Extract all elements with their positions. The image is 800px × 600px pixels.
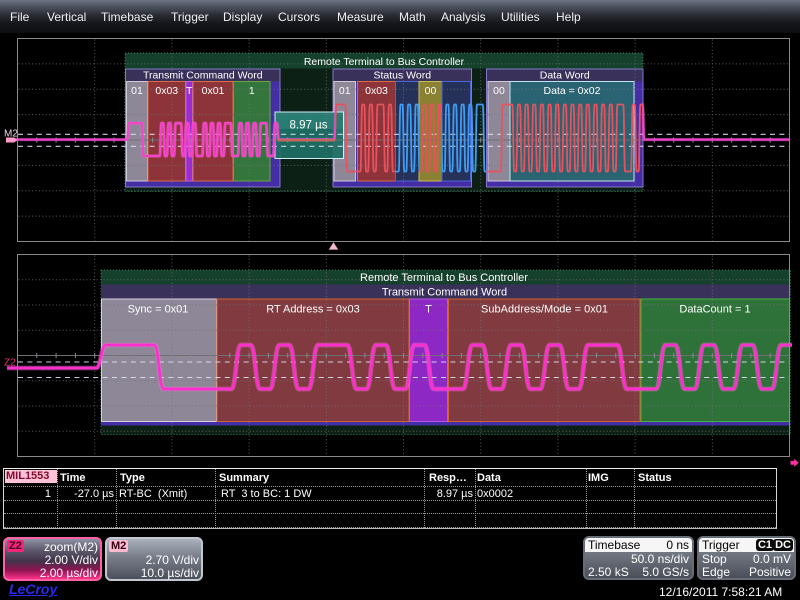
svg-text:00: 00: [425, 85, 437, 97]
svg-text:Data Word: Data Word: [540, 70, 590, 82]
svg-text:Transmit Command Word: Transmit Command Word: [143, 70, 263, 82]
svg-text:Sync = 0x01: Sync = 0x01: [128, 304, 189, 316]
svg-text:RT Address = 0x03: RT Address = 0x03: [266, 304, 359, 316]
svg-text:Remote Terminal to Bus Control: Remote Terminal to Bus Controller: [304, 56, 465, 68]
svg-text:1: 1: [249, 85, 255, 97]
svg-text:01: 01: [131, 85, 143, 97]
svg-text:DataCount = 1: DataCount = 1: [679, 304, 750, 316]
svg-text:0x01: 0x01: [202, 85, 225, 97]
svg-text:Z2: Z2: [4, 358, 16, 369]
svg-text:T: T: [186, 85, 193, 97]
svg-text:Transmit Command Word: Transmit Command Word: [382, 287, 507, 299]
svg-text:T: T: [425, 304, 432, 316]
svg-text:SubAddress/Mode = 0x01: SubAddress/Mode = 0x01: [481, 304, 608, 316]
svg-text:0x03: 0x03: [155, 85, 178, 97]
svg-text:8.97 µs: 8.97 µs: [290, 120, 328, 132]
svg-text:Remote Terminal to Bus Control: Remote Terminal to Bus Controller: [360, 272, 528, 284]
svg-text:Data = 0x02: Data = 0x02: [544, 85, 601, 97]
svg-text:0x03: 0x03: [365, 85, 388, 97]
svg-text:01: 01: [339, 85, 351, 97]
svg-text:00: 00: [493, 85, 505, 97]
svg-text:Status Word: Status Word: [373, 70, 431, 82]
